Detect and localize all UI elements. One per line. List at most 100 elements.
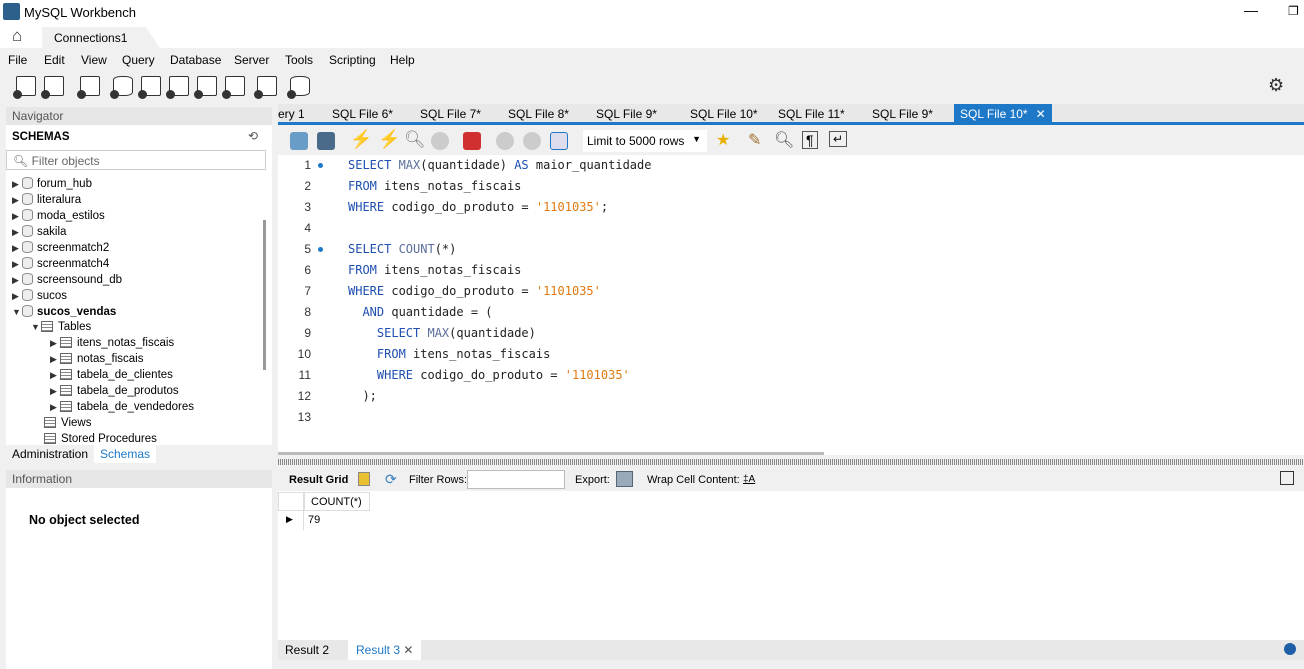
menu-view[interactable]: View xyxy=(81,53,107,67)
sql-tab[interactable]: SQL File 11* xyxy=(778,107,845,121)
expand-arrow-icon[interactable]: ▶ xyxy=(12,275,22,286)
restore-button[interactable]: ❐ xyxy=(1288,4,1299,18)
limit-rows-select[interactable]: Limit to 5000 rows ▼ xyxy=(583,130,707,152)
sql-tab[interactable]: ery 1 xyxy=(278,107,305,121)
panel-splitter[interactable] xyxy=(278,459,1304,465)
tab-result-3[interactable]: Result 3 ✕ xyxy=(348,640,422,660)
wrap-cell-icon[interactable]: ‡A xyxy=(743,474,755,485)
wrap-lines-icon[interactable]: ↵ xyxy=(829,131,848,147)
collapse-arrow-icon[interactable]: ▼ xyxy=(12,307,22,317)
rollback-icon[interactable] xyxy=(523,132,541,150)
schema-item[interactable]: ▶ screenmatch4 xyxy=(12,257,109,270)
menu-file[interactable]: File xyxy=(8,53,27,67)
schema-item-open[interactable]: ▼ sucos_vendas xyxy=(12,305,116,318)
home-icon[interactable]: ⌂ xyxy=(12,26,22,46)
search-table-data-icon[interactable] xyxy=(254,76,277,99)
sql-tab[interactable]: SQL File 6* xyxy=(332,107,393,121)
expand-arrow-icon[interactable]: ▶ xyxy=(50,354,60,365)
autocommit-icon[interactable] xyxy=(550,132,568,150)
execute-icon[interactable]: ⚡ xyxy=(350,129,372,150)
settings-gear-icon[interactable]: ⚙ xyxy=(1268,75,1284,96)
schema-item[interactable]: ▶ sucos xyxy=(12,289,67,302)
commit-icon[interactable] xyxy=(496,132,514,150)
expand-arrow-icon[interactable]: ▶ xyxy=(12,227,22,238)
expand-arrow-icon[interactable]: ▶ xyxy=(12,243,22,254)
sql-tab[interactable]: SQL File 9* xyxy=(596,107,657,121)
minimize-button[interactable]: — xyxy=(1244,2,1258,18)
invisible-chars-icon[interactable]: ¶ xyxy=(802,131,818,149)
expand-arrow-icon[interactable]: ▶ xyxy=(12,259,22,270)
inspector-icon[interactable] xyxy=(77,76,100,99)
tables-folder[interactable]: ▼ Tables xyxy=(31,321,91,333)
schema-item[interactable]: ▶ sakila xyxy=(12,225,66,238)
menu-edit[interactable]: Edit xyxy=(44,53,65,67)
views-folder[interactable]: Views xyxy=(44,417,91,429)
table-item[interactable]: ▶ notas_fiscais xyxy=(50,353,143,365)
sql-tab[interactable]: SQL File 10* ✕ xyxy=(954,104,1052,122)
expand-arrow-icon[interactable]: ▶ xyxy=(50,386,60,397)
column-header[interactable]: COUNT(*) xyxy=(304,492,370,511)
collapse-arrow-icon[interactable]: ▼ xyxy=(31,322,41,332)
filter-objects-input[interactable]: 🔍︎ Filter objects xyxy=(6,150,266,170)
save-icon[interactable] xyxy=(317,132,335,150)
schema-item[interactable]: ▶ forum_hub xyxy=(12,177,92,190)
create-view-icon[interactable] xyxy=(166,76,189,99)
tab-administration[interactable]: Administration xyxy=(12,447,88,461)
export-icon[interactable] xyxy=(616,471,633,487)
add-snippet-icon[interactable]: ★ xyxy=(716,130,730,150)
sql-editor[interactable]: 1 SELECT MAX(quantidade) AS maior_quantid… xyxy=(278,155,1304,455)
table-item[interactable]: ▶ itens_notas_fiscais xyxy=(50,337,174,349)
table-item[interactable]: ▶ tabela_de_vendedores xyxy=(50,401,194,413)
horizontal-scrollbar[interactable] xyxy=(278,452,824,455)
close-icon[interactable]: ✕ xyxy=(403,643,413,657)
beautify-icon[interactable]: ✎ xyxy=(748,130,761,150)
expand-arrow-icon[interactable]: ▶ xyxy=(50,402,60,413)
sql-tab[interactable]: SQL File 10* xyxy=(690,107,758,121)
expand-arrow-icon[interactable]: ▶ xyxy=(12,291,22,302)
open-sql-script-icon[interactable] xyxy=(41,76,64,99)
scrollbar[interactable] xyxy=(263,220,266,370)
menu-tools[interactable]: Tools xyxy=(285,53,313,67)
create-table-icon[interactable] xyxy=(138,76,161,99)
result-cell[interactable]: 79 xyxy=(308,514,320,526)
connection-tab[interactable]: Connections1 ✕ xyxy=(42,27,160,48)
refresh-icon[interactable]: ⟲ xyxy=(248,129,258,143)
refresh-icon[interactable]: ⟳ xyxy=(385,471,397,488)
expand-arrow-icon[interactable]: ▶ xyxy=(50,370,60,381)
execute-current-icon[interactable]: ⚡ xyxy=(378,129,400,150)
schema-item[interactable]: ▶ literalura xyxy=(12,193,81,206)
menu-scripting[interactable]: Scripting xyxy=(329,53,376,67)
new-sql-tab-icon[interactable] xyxy=(13,76,36,99)
schema-item[interactable]: ▶ screenmatch2 xyxy=(12,241,109,254)
create-procedure-icon[interactable] xyxy=(194,76,217,99)
menu-query[interactable]: Query xyxy=(122,53,155,67)
schema-item[interactable]: ▶ screensound_db xyxy=(12,273,122,286)
stop-icon[interactable] xyxy=(431,132,449,150)
grid-view-icon[interactable] xyxy=(358,472,370,486)
expand-arrow-icon[interactable]: ▶ xyxy=(12,195,22,206)
create-schema-icon[interactable] xyxy=(110,76,133,99)
expand-arrow-icon[interactable]: ▶ xyxy=(50,338,60,349)
expand-arrow-icon[interactable]: ▶ xyxy=(12,211,22,222)
sql-tab[interactable]: SQL File 8* xyxy=(508,107,569,121)
toggle-error-stop-icon[interactable] xyxy=(463,132,481,150)
expand-arrow-icon[interactable]: ▶ xyxy=(12,179,22,190)
tab-result-2[interactable]: Result 2 xyxy=(285,643,329,657)
find-icon[interactable]: 🔍︎ xyxy=(774,130,794,150)
explain-icon[interactable]: 🔍︎ xyxy=(404,130,426,150)
filter-rows-input[interactable] xyxy=(467,470,565,489)
sql-tab[interactable]: SQL File 7* xyxy=(420,107,481,121)
sql-tab[interactable]: SQL File 9* xyxy=(872,107,933,121)
result-grid-label[interactable]: Result Grid xyxy=(289,474,348,486)
toggle-panel-icon[interactable] xyxy=(1280,471,1294,485)
menu-help[interactable]: Help xyxy=(390,53,415,67)
table-item[interactable]: ▶ tabela_de_produtos xyxy=(50,385,179,397)
schema-item[interactable]: ▶ moda_estilos xyxy=(12,209,105,222)
close-icon[interactable]: ✕ xyxy=(1036,107,1046,121)
create-function-icon[interactable] xyxy=(222,76,245,99)
procedures-folder[interactable]: Stored Procedures xyxy=(44,433,157,445)
reconnect-icon[interactable] xyxy=(287,76,310,99)
table-item[interactable]: ▶ tabela_de_clientes xyxy=(50,369,173,381)
open-file-icon[interactable] xyxy=(290,132,308,150)
tab-schemas[interactable]: Schemas xyxy=(94,445,157,463)
